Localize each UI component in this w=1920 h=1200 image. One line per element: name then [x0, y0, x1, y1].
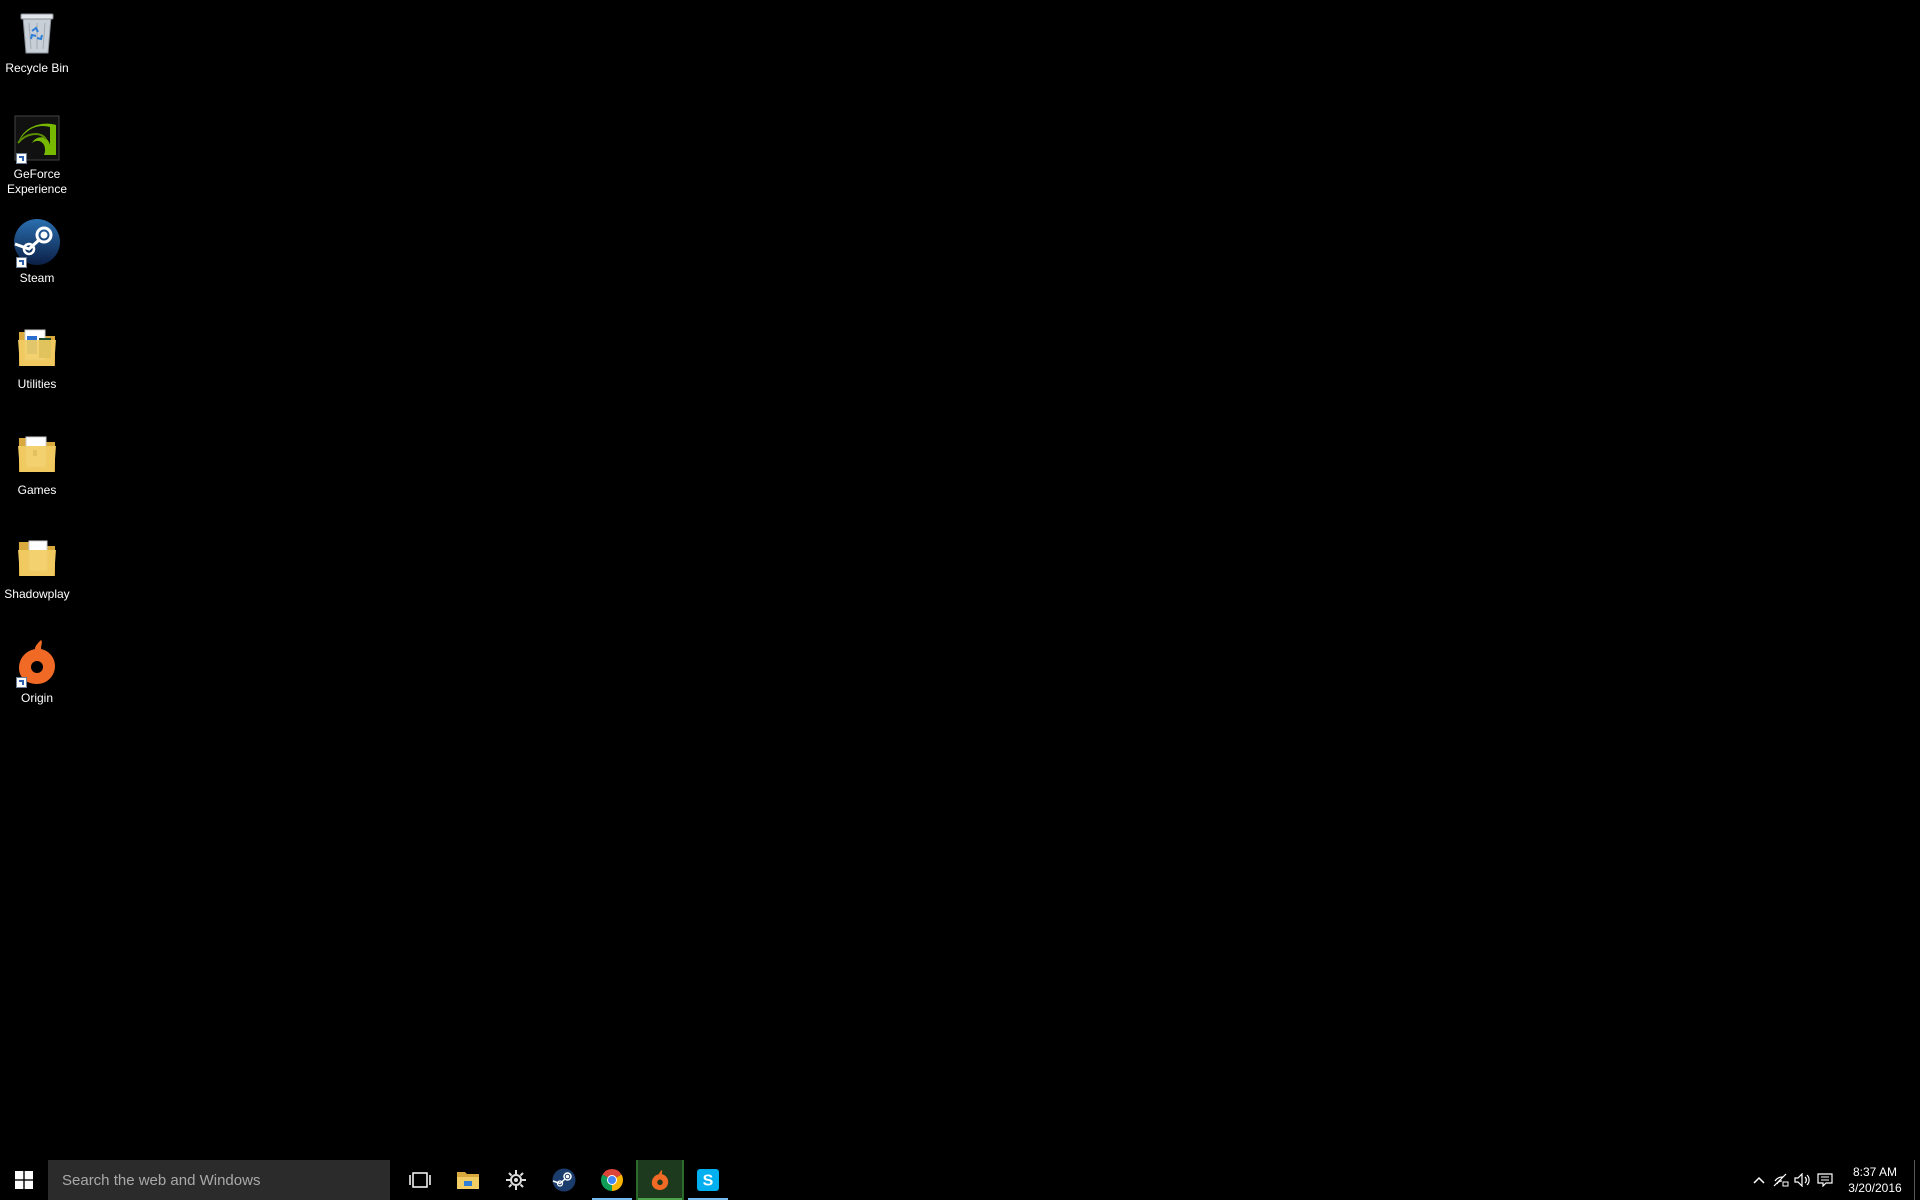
desktop-icon-games[interactable]: Games: [2, 428, 72, 498]
origin-icon: [651, 1170, 669, 1190]
steam-icon: [11, 216, 63, 268]
chrome-taskbar-button[interactable]: [588, 1160, 636, 1200]
clock[interactable]: 8:37 AM 3/20/2016: [1836, 1164, 1914, 1196]
show-desktop-button[interactable]: [1914, 1160, 1920, 1200]
desktop-icon-label: Origin: [20, 691, 53, 705]
system-tray: 8:37 AM 3/20/2016: [1748, 1160, 1920, 1200]
skype-taskbar-button[interactable]: S: [684, 1160, 732, 1200]
desktop-icon-label: Games: [17, 483, 57, 497]
chevron-up-icon[interactable]: [1748, 1160, 1770, 1200]
steam-taskbar-button[interactable]: [540, 1160, 588, 1200]
geforce-experience-icon: [11, 112, 63, 164]
action-center-icon[interactable]: [1814, 1160, 1836, 1200]
volume-icon[interactable]: [1792, 1160, 1814, 1200]
desktop-icon-shadowplay[interactable]: Shadowplay: [2, 532, 72, 602]
search-input[interactable]: [60, 1170, 384, 1190]
shortcut-arrow-icon: [16, 257, 27, 268]
origin-icon: [11, 636, 63, 688]
desktop-icon-steam[interactable]: Steam: [2, 216, 72, 286]
desktop: Recycle Bin GeForce Experience Steam Uti…: [0, 0, 1920, 1160]
taskbar: Search the web and Windows S 8:37 AM 3/2…: [0, 1160, 1920, 1200]
desktop-icon-label: Utilities: [17, 377, 57, 391]
task-view-icon: [409, 1172, 431, 1188]
desktop-icon-label: GeForce Experience: [6, 167, 68, 196]
clock-date: 3/20/2016: [1848, 1181, 1902, 1195]
svg-text:S: S: [703, 1173, 714, 1190]
shortcut-arrow-icon: [16, 153, 27, 164]
steam-icon: [552, 1168, 576, 1192]
origin-taskbar-button[interactable]: [636, 1160, 684, 1200]
desktop-icon-utilities[interactable]: Utilities: [2, 322, 72, 392]
file-explorer-button[interactable]: [444, 1160, 492, 1200]
desktop-icon-label: Steam: [19, 271, 55, 285]
network-icon[interactable]: [1770, 1160, 1792, 1200]
start-button[interactable]: [0, 1160, 48, 1200]
windows-logo-icon: [15, 1171, 33, 1189]
settings-gear-icon: [506, 1170, 526, 1190]
folder-icon: [11, 532, 63, 584]
skype-icon: S: [697, 1169, 719, 1191]
desktop-icon-label: Shadowplay: [4, 587, 70, 601]
task-view-button[interactable]: [396, 1160, 444, 1200]
clock-time: 8:37 AM: [1852, 1165, 1898, 1179]
settings-app-button[interactable]: [492, 1160, 540, 1200]
folder-icon: [11, 322, 63, 374]
shortcut-arrow-icon: [16, 677, 27, 688]
folder-icon: [11, 428, 63, 480]
folder-icon: [457, 1172, 479, 1189]
desktop-icon-geforce-experience[interactable]: GeForce Experience: [2, 112, 72, 197]
recycle-bin-icon: [11, 6, 63, 58]
desktop-icon-recycle-bin[interactable]: Recycle Bin: [2, 6, 72, 76]
desktop-icon-origin[interactable]: Origin: [2, 636, 72, 706]
search-box[interactable]: [48, 1160, 390, 1200]
desktop-icon-label: Recycle Bin: [5, 61, 69, 75]
chrome-icon: [601, 1169, 623, 1191]
